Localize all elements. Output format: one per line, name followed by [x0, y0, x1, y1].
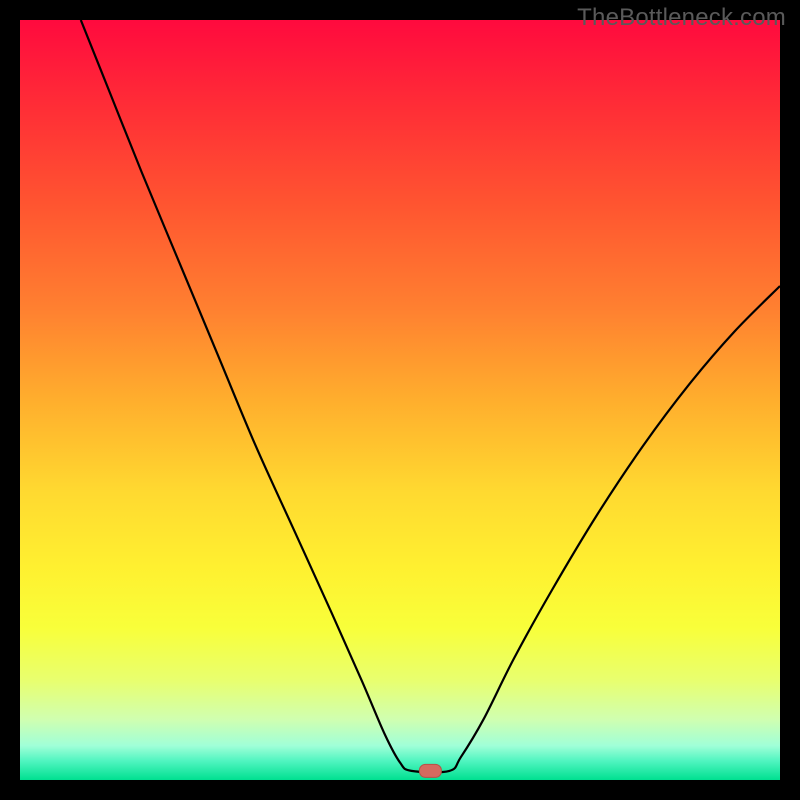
- optimal-point-marker: [419, 764, 441, 777]
- watermark-text: TheBottleneck.com: [577, 4, 786, 32]
- plot-area: [20, 20, 780, 780]
- gradient-background: [20, 20, 780, 780]
- bottleneck-chart: [20, 20, 780, 780]
- chart-frame: TheBottleneck.com: [0, 0, 800, 800]
